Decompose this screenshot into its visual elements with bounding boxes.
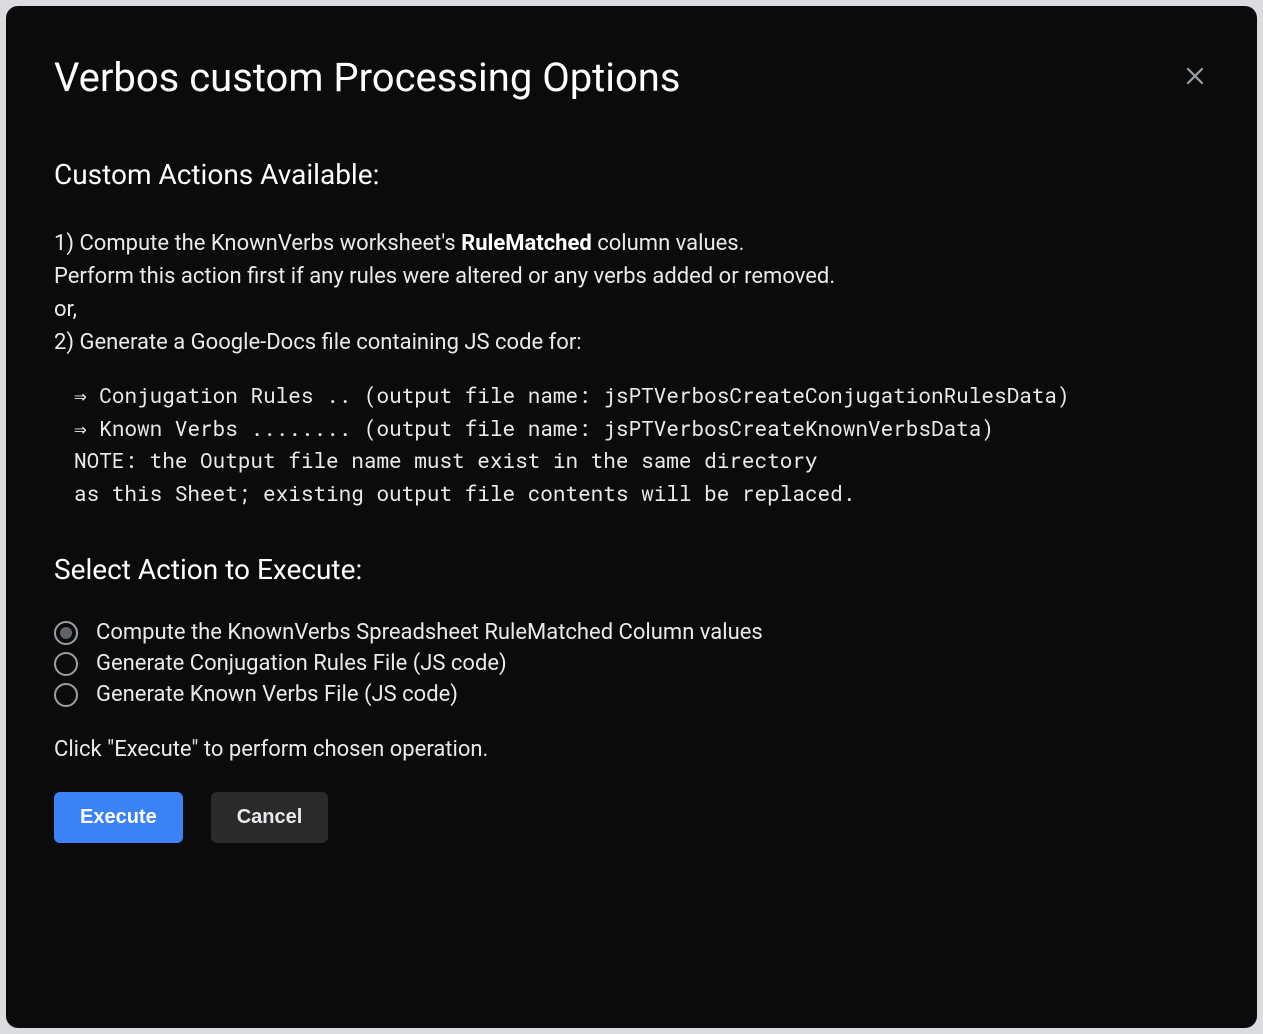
available-actions-heading: Custom Actions Available: bbox=[54, 158, 1209, 191]
select-action-heading: Select Action to Execute: bbox=[54, 553, 1209, 586]
radio-icon bbox=[54, 652, 78, 676]
mono-line-4: as this Sheet; existing output file cont… bbox=[74, 479, 855, 507]
close-icon bbox=[1183, 76, 1207, 91]
radio-icon bbox=[54, 683, 78, 707]
execute-button[interactable]: Execute bbox=[54, 792, 183, 843]
desc1-bold: RuleMatched bbox=[461, 231, 592, 256]
radio-label: Compute the KnownVerbs Spreadsheet RuleM… bbox=[96, 620, 763, 645]
radio-label: Generate Conjugation Rules File (JS code… bbox=[96, 651, 507, 676]
description-block: 1) Compute the KnownVerbs worksheet's Ru… bbox=[54, 227, 1209, 359]
radio-compute-rulematched[interactable]: Compute the KnownVerbs Spreadsheet RuleM… bbox=[54, 620, 1209, 645]
modal-title: Verbos custom Processing Options bbox=[54, 54, 681, 102]
desc1-pre: 1) Compute the KnownVerbs worksheet's bbox=[54, 231, 461, 256]
radio-generate-known-verbs[interactable]: Generate Known Verbs File (JS code) bbox=[54, 682, 1209, 707]
cancel-button[interactable]: Cancel bbox=[211, 792, 329, 843]
button-row: Execute Cancel bbox=[54, 792, 1209, 843]
mono-output-block: ⇒ Conjugation Rules .. (output file name… bbox=[74, 379, 1209, 509]
execute-hint: Click "Execute" to perform chosen operat… bbox=[54, 737, 1209, 762]
action-radio-group: Compute the KnownVerbs Spreadsheet RuleM… bbox=[54, 620, 1209, 707]
radio-generate-conjugation-rules[interactable]: Generate Conjugation Rules File (JS code… bbox=[54, 651, 1209, 676]
description-line-1: 1) Compute the KnownVerbs worksheet's Ru… bbox=[54, 227, 1209, 260]
description-line-3: or, bbox=[54, 293, 1209, 326]
close-button[interactable] bbox=[1177, 58, 1213, 97]
mono-line-3: NOTE: the Output file name must exist in… bbox=[74, 446, 818, 474]
modal-header: Verbos custom Processing Options bbox=[54, 54, 1209, 102]
mono-line-1: ⇒ Conjugation Rules .. (output file name… bbox=[74, 381, 1070, 409]
description-line-2: Perform this action first if any rules w… bbox=[54, 260, 1209, 293]
radio-icon bbox=[54, 621, 78, 645]
processing-options-modal: Verbos custom Processing Options Custom … bbox=[6, 6, 1257, 1028]
mono-line-2: ⇒ Known Verbs ........ (output file name… bbox=[74, 414, 994, 442]
desc1-post: column values. bbox=[592, 231, 745, 256]
description-line-4: 2) Generate a Google-Docs file containin… bbox=[54, 326, 1209, 359]
radio-label: Generate Known Verbs File (JS code) bbox=[96, 682, 458, 707]
